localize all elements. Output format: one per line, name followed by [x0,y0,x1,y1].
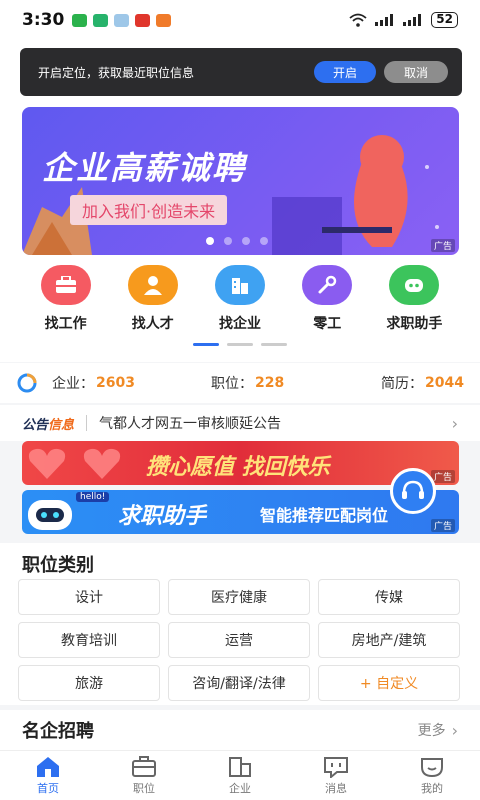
company-count-label: 企业： [52,376,94,392]
app-icon [93,13,109,27]
category-item[interactable]: 教育培训 [18,622,160,658]
nav-home[interactable]: 首页 [0,751,96,800]
nav-label: 首页 [37,781,59,795]
signal-icon [375,14,394,26]
refresh-icon [17,373,37,393]
headset-icon [402,480,424,499]
category-grid: 设计 医疗健康 传媒 教育培训 运营 房地产/建筑 旅游 咨询/翻译/法律 + … [18,579,462,701]
banner-carousel[interactable]: 企业高薪诚聘 加入我们·创造未来 广告 [22,107,459,255]
quick-link-find-talent[interactable]: 找人才 [109,265,196,333]
nav-label: 职位 [133,781,155,795]
chevron-right-icon: › [451,720,458,740]
category-item[interactable]: 旅游 [18,665,160,701]
status-bar: 3:30 52 [0,0,480,40]
customer-service-button[interactable] [390,468,436,514]
cloud-icon [114,13,130,27]
heart-icon [28,448,121,479]
notice-tag-b: 信息 [48,417,75,433]
quick-link-job-assistant[interactable]: 求职助手 [371,265,458,333]
wifi-icon [349,13,367,27]
banner-subtitle: 加入我们·创造未来 [70,195,228,225]
company-count: 企业： 2603 [52,373,135,393]
more-link[interactable]: 更多 [418,720,446,740]
notice-bar[interactable]: 公告信息 气都人才网五一审核顺延公告 › [0,405,480,441]
chevron-right-icon: › [451,413,458,433]
category-item[interactable]: 医疗健康 [168,579,310,615]
job-categories: 职位类别 设计 医疗健康 传媒 教育培训 运营 房地产/建筑 旅游 咨询/翻译/… [0,543,480,705]
section-title: 职位类别 [22,555,94,576]
ad-banner-text: 求职助手 [118,504,207,529]
quick-link-find-company[interactable]: 找企业 [196,265,283,333]
quick-link-find-job[interactable]: 找工作 [22,265,109,333]
profile-icon [421,757,443,777]
quick-links-pager [193,343,287,346]
bottom-nav: 首页 职位 企业 消息 我的 [0,750,480,800]
famous-companies-header: 名企招聘 更多 › [0,710,480,750]
company-count-value: 2603 [96,375,135,391]
nav-label: 企业 [229,781,251,795]
resume-count-label: 简历： [381,376,424,392]
quick-link-label: 找工作 [44,316,87,332]
divider [86,415,88,431]
quick-link-label: 找人才 [131,316,174,332]
location-prompt-message: 开启定位，获取最近职位信息 [38,65,195,80]
briefcase-icon [40,265,91,305]
app-icon [156,13,172,27]
ad-banner-text: 攒心愿值 找回快乐 [146,455,330,480]
category-item[interactable]: 传媒 [318,579,460,615]
home-icon [37,756,59,777]
cancel-button[interactable]: 取消 [384,61,448,83]
quick-links: 找工作 找人才 找企业 零工 求职助手 [22,265,458,333]
category-item[interactable]: 运营 [168,622,310,658]
nav-label: 消息 [325,781,347,795]
building-icon [215,265,265,305]
category-item[interactable]: 设计 [18,579,160,615]
briefcase-icon [132,755,156,777]
quick-link-label: 零工 [313,316,342,332]
wechat-icon [72,13,88,27]
ad-banner-badge: hello! [76,492,110,502]
category-item[interactable]: 咨询/翻译/法律 [168,665,310,701]
status-time: 3:30 [22,10,65,30]
battery-icon: 52 [431,12,458,28]
custom-category-button[interactable]: + 自定义 [318,665,460,701]
nav-profile[interactable]: 我的 [384,751,480,800]
quick-link-label: 找企业 [219,316,261,332]
quick-link-gig[interactable]: 零工 [284,265,371,333]
stats-bar: 企业： 2603 职位： 228 简历： 2044 [0,363,480,403]
job-count-label: 职位： [210,376,253,392]
location-prompt: 开启定位，获取最近职位信息 开启 取消 [20,48,462,96]
app-icon [135,13,151,27]
robot-icon [389,265,440,305]
nav-label: 我的 [421,781,443,795]
nav-companies[interactable]: 企业 [192,751,288,800]
notice-tag: 公告信息 [22,414,74,433]
category-item[interactable]: 房地产/建筑 [318,622,460,658]
section-title: 名企招聘 [22,721,94,742]
nav-messages[interactable]: 消息 [288,751,384,800]
enable-location-button[interactable]: 开启 [314,61,376,83]
quick-link-label: 求职助手 [386,316,443,332]
banner-title: 企业高薪诚聘 [42,149,247,187]
resume-count-value: 2044 [425,375,464,391]
notice-text: 气都人才网五一审核顺延公告 [99,416,282,432]
banner-indicator [206,237,268,245]
resume-count: 简历： 2044 [381,373,464,393]
job-count: 职位： 228 [211,373,284,393]
ad-banner-subtext: 智能推荐匹配岗位 [260,506,389,525]
notice-tag-a: 公告 [22,417,49,433]
job-count-value: 228 [254,375,285,391]
person-icon [127,265,178,305]
nav-jobs[interactable]: 职位 [96,751,192,800]
ad-label: 广告 [430,519,455,532]
ad-label: 广告 [430,239,455,252]
ad-label: 广告 [430,470,455,483]
message-icon [324,756,348,778]
wrench-icon [302,265,353,305]
building-icon [229,756,251,777]
signal-icon [403,14,422,26]
